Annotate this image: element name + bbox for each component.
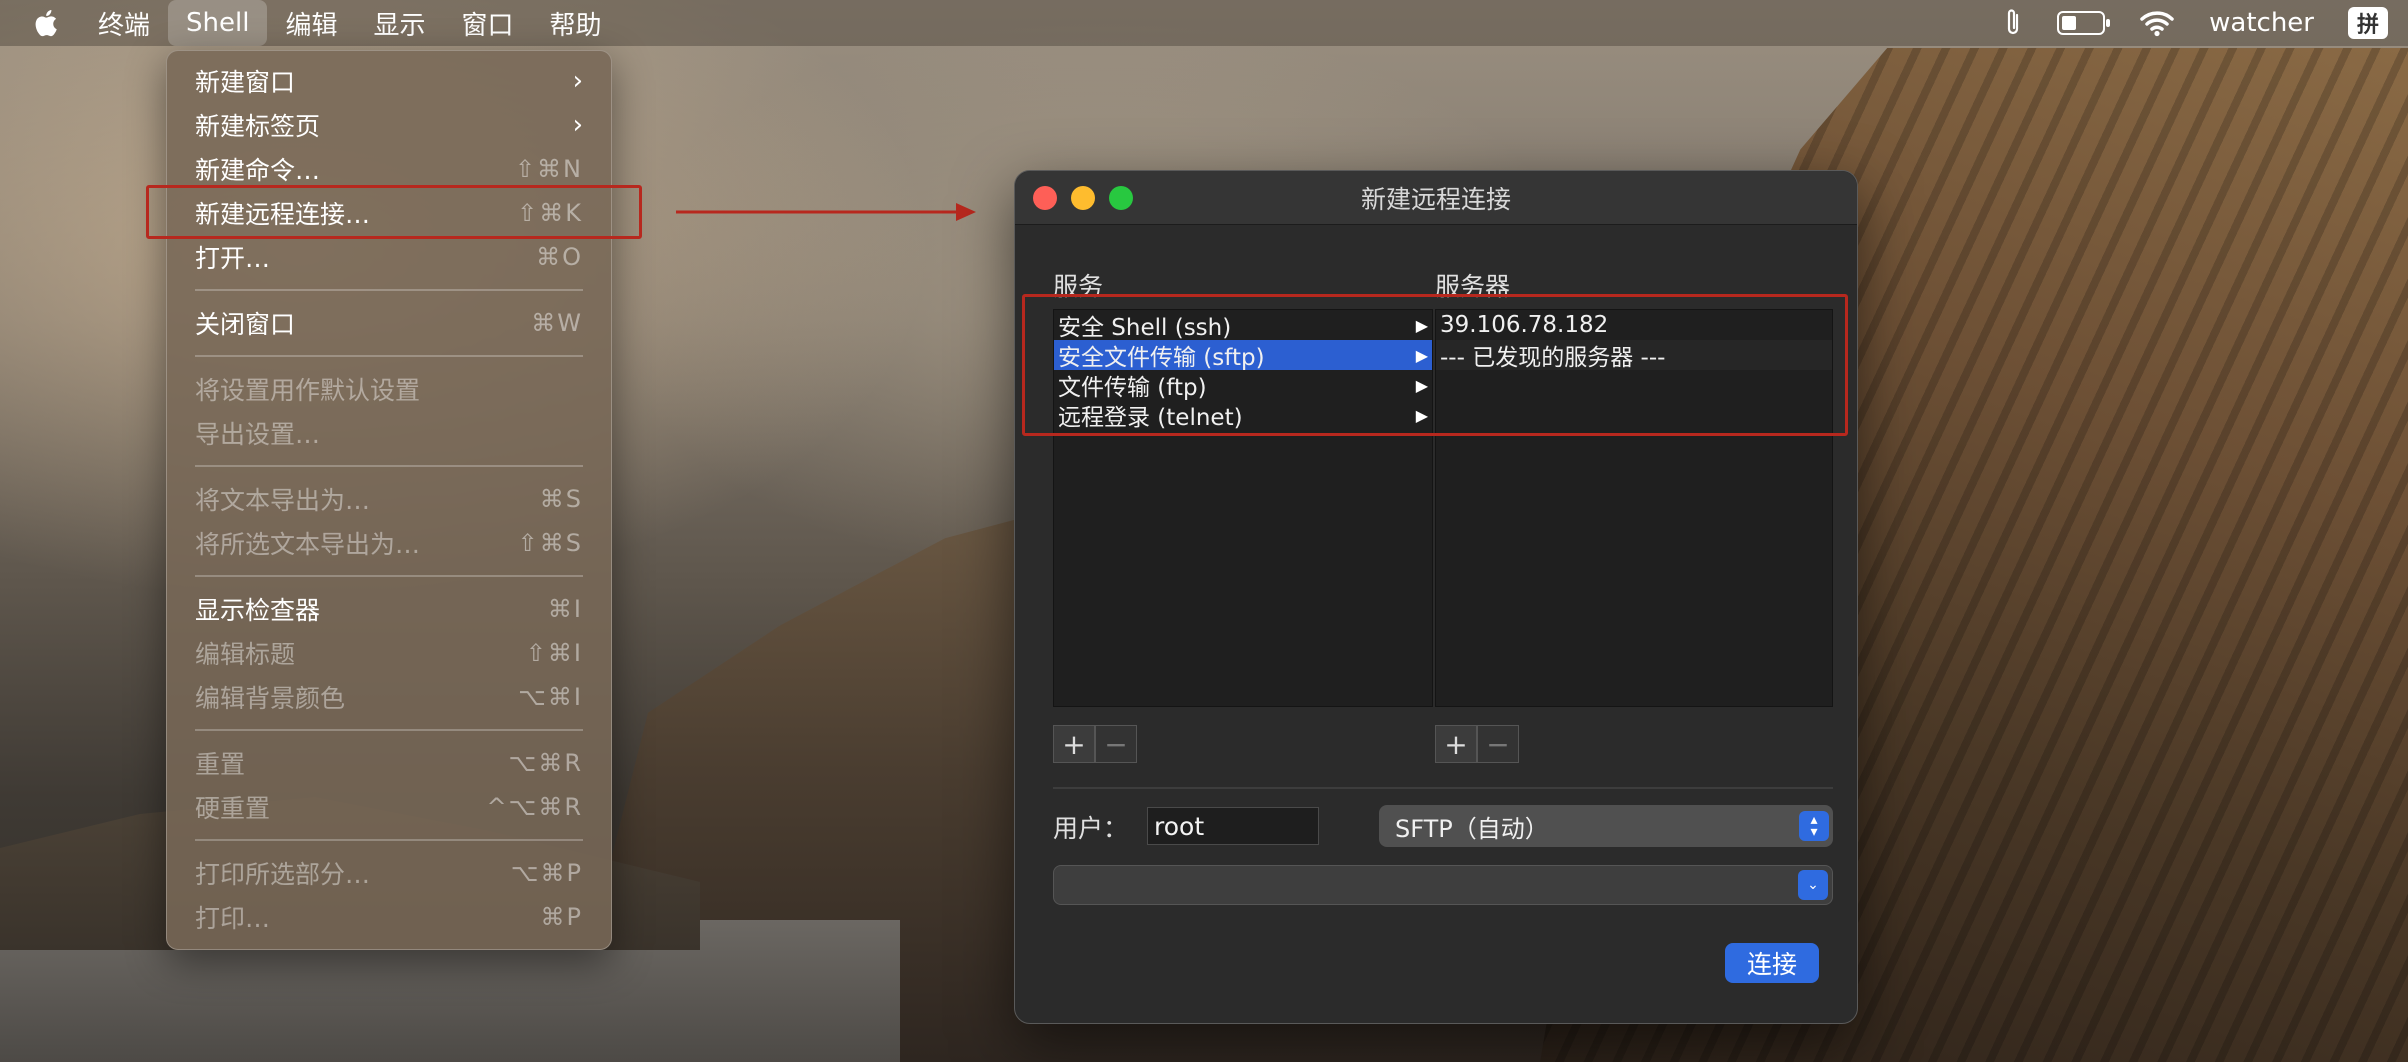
menubar-item-terminal[interactable]: 终端 — [80, 0, 168, 46]
minimize-window-button[interactable] — [1071, 186, 1095, 210]
menu-item-label: 新建标签页 — [195, 112, 321, 141]
battery-icon[interactable] — [2057, 11, 2111, 35]
menu-item-label: 打印… — [195, 904, 271, 933]
chevron-right-icon: › — [572, 110, 583, 140]
input-method-icon[interactable]: 拼 — [2348, 7, 2388, 39]
menu-item-label: 关闭窗口 — [195, 310, 296, 339]
menu-item-shortcut: ⌘W — [531, 309, 583, 337]
menu-item-label: 导出设置… — [195, 420, 321, 449]
menu-item-reset[interactable]: 重置 ⌥⌘R — [167, 741, 611, 785]
menu-item-shortcut: ⇧⌘I — [525, 639, 583, 667]
menu-item-shortcut: ⌘P — [540, 903, 583, 931]
protocol-select[interactable]: SFTP（自动） ▴ ▾ — [1379, 805, 1833, 847]
menu-item-label: 打印所选部分… — [195, 860, 371, 889]
annotation-highlight-menu-item — [146, 185, 642, 239]
menu-separator — [195, 355, 583, 357]
menu-item-shortcut: ^⌥⌘R — [486, 793, 583, 821]
menu-item-shortcut: ⇧⌘N — [514, 155, 583, 183]
zoom-window-button[interactable] — [1109, 186, 1133, 210]
menu-item-print[interactable]: 打印… ⌘P — [167, 895, 611, 939]
battery-level — [2062, 16, 2077, 30]
connect-button[interactable]: 连接 — [1725, 943, 1819, 983]
menu-item-shortcut: ⌘O — [536, 243, 583, 271]
chevron-up-down-icon: ▴ ▾ — [1799, 811, 1829, 841]
menu-item-new-tab[interactable]: 新建标签页 › — [167, 103, 611, 147]
servers-add-remove: + − — [1435, 725, 1519, 763]
services-add-remove: + − — [1053, 725, 1137, 763]
add-service-button[interactable]: + — [1053, 725, 1095, 763]
menu-item-shortcut: ⇧⌘S — [517, 529, 583, 557]
wifi-icon[interactable] — [2139, 9, 2175, 37]
menu-separator — [195, 465, 583, 467]
menu-item-shortcut: ⌥⌘P — [510, 859, 583, 887]
menu-item-label: 新建窗口 — [195, 68, 296, 97]
menu-item-label: 编辑背景颜色 — [195, 684, 346, 713]
user-input[interactable] — [1147, 807, 1319, 845]
menu-item-new-window[interactable]: 新建窗口 › — [167, 59, 611, 103]
menu-separator — [195, 289, 583, 291]
menu-item-export-selected-text[interactable]: 将所选文本导出为… ⇧⌘S — [167, 521, 611, 565]
host-combobox[interactable]: ⌄ — [1053, 865, 1833, 905]
menu-item-show-inspector[interactable]: 显示检查器 ⌘I — [167, 587, 611, 631]
menu-item-shortcut: ⌘S — [539, 485, 583, 513]
menu-item-edit-background-color[interactable]: 编辑背景颜色 ⌥⌘I — [167, 675, 611, 719]
menu-bar: 终端 Shell 编辑 显示 窗口 帮助 watcher 拼 — [0, 0, 2408, 46]
menu-separator — [195, 839, 583, 841]
menubar-item-help[interactable]: 帮助 — [532, 0, 620, 46]
chevron-right-icon: › — [572, 66, 583, 96]
menu-item-label: 打开… — [195, 244, 271, 273]
window-controls — [1033, 186, 1133, 210]
menubar-item-shell[interactable]: Shell — [168, 0, 268, 46]
menu-item-shortcut: ⌥⌘I — [518, 683, 583, 711]
menu-item-open[interactable]: 打开… ⌘O — [167, 235, 611, 279]
dialog-titlebar[interactable]: 新建远程连接 — [1015, 171, 1857, 225]
menu-item-label: 将设置用作默认设置 — [195, 376, 421, 405]
user-name[interactable]: watcher — [2209, 8, 2314, 38]
menu-item-use-as-default[interactable]: 将设置用作默认设置 — [167, 367, 611, 411]
menu-item-shortcut: ⌥⌘R — [508, 749, 583, 777]
menu-item-label: 显示检查器 — [195, 596, 321, 625]
menu-item-edit-title[interactable]: 编辑标题 ⇧⌘I — [167, 631, 611, 675]
menu-item-export-text[interactable]: 将文本导出为… ⌘S — [167, 477, 611, 521]
menu-item-label: 重置 — [195, 750, 246, 779]
chevron-down-icon[interactable]: ⌄ — [1798, 870, 1828, 900]
menubar-item-window[interactable]: 窗口 — [443, 0, 531, 46]
add-server-button[interactable]: + — [1435, 725, 1477, 763]
paperclip-icon[interactable] — [2003, 7, 2023, 39]
protocol-select-value: SFTP（自动） — [1395, 814, 1549, 843]
menu-item-export-settings[interactable]: 导出设置… — [167, 411, 611, 455]
dialog-divider — [1053, 787, 1833, 789]
apple-icon[interactable] — [30, 6, 64, 40]
user-label: 用户： — [1053, 814, 1129, 843]
menu-item-hard-reset[interactable]: 硬重置 ^⌥⌘R — [167, 785, 611, 829]
menu-separator — [195, 575, 583, 577]
menu-item-label: 硬重置 — [195, 794, 271, 823]
annotation-arrow-icon — [676, 203, 976, 221]
menu-item-shortcut: ⌘I — [547, 595, 583, 623]
menu-item-label: 新建命令… — [195, 156, 321, 185]
menubar-item-view[interactable]: 显示 — [355, 0, 443, 46]
dialog-title: 新建远程连接 — [1360, 184, 1511, 214]
menu-item-label: 将文本导出为… — [195, 486, 371, 515]
menu-item-print-selection[interactable]: 打印所选部分… ⌥⌘P — [167, 851, 611, 895]
remove-server-button[interactable]: − — [1477, 725, 1519, 763]
menubar-item-edit[interactable]: 编辑 — [267, 0, 355, 46]
menu-item-label: 将所选文本导出为… — [195, 530, 421, 559]
remove-service-button[interactable]: − — [1095, 725, 1137, 763]
close-window-button[interactable] — [1033, 186, 1057, 210]
menu-separator — [195, 729, 583, 731]
menu-item-label: 编辑标题 — [195, 640, 296, 669]
menu-item-close-window[interactable]: 关闭窗口 ⌘W — [167, 301, 611, 345]
annotation-highlight-lists — [1022, 294, 1848, 436]
